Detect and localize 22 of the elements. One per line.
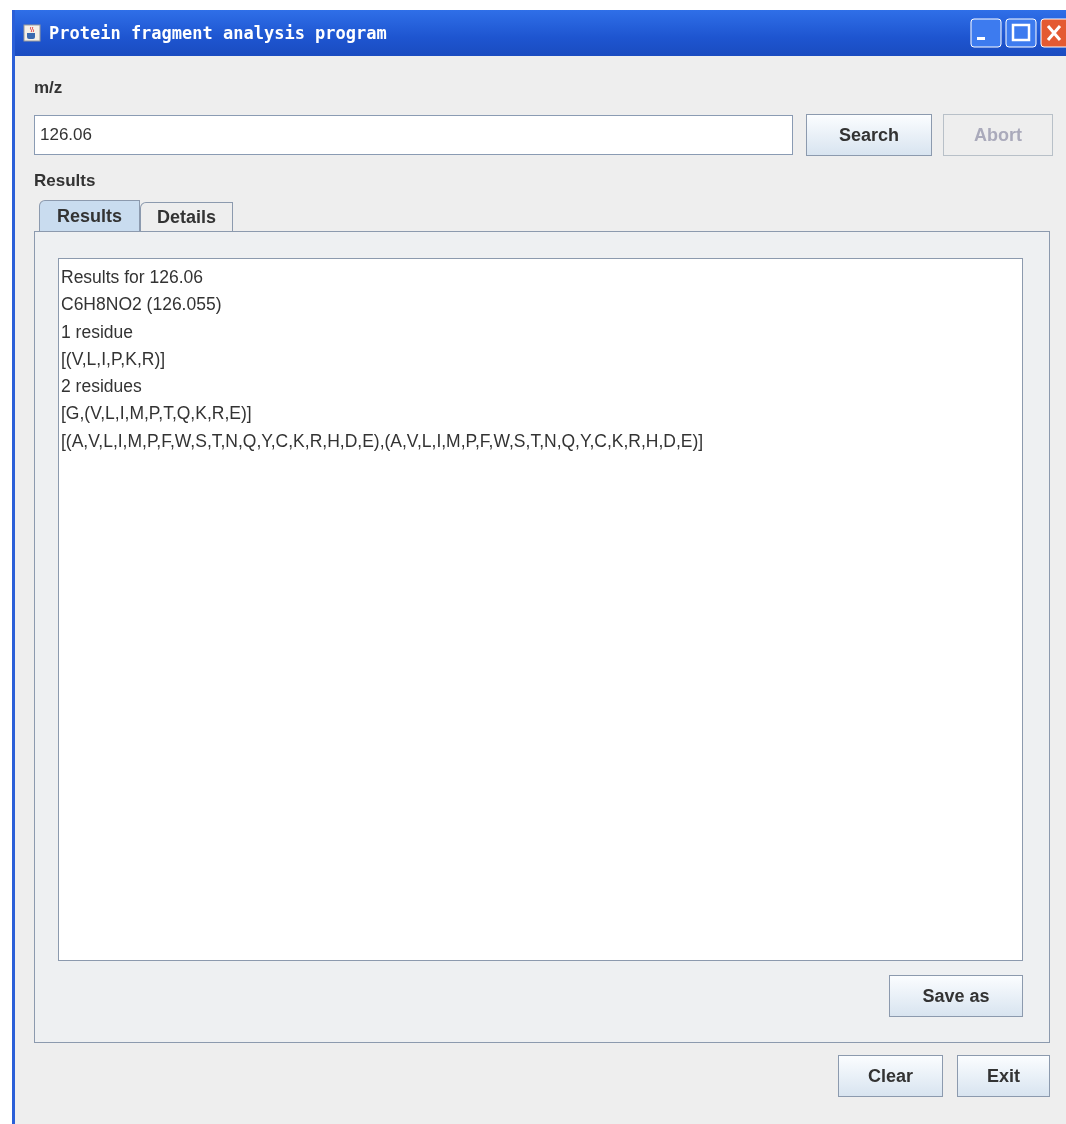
close-icon[interactable] — [1040, 18, 1066, 48]
search-button[interactable]: Search — [806, 114, 932, 156]
window-title: Protein fragment analysis program — [49, 23, 388, 43]
tab[interactable]: Results — [39, 200, 141, 231]
tab[interactable]: Details — [140, 202, 234, 231]
exit-button[interactable]: Exit — [957, 1055, 1050, 1097]
result-line: 1 residue — [61, 320, 134, 344]
save-as-button[interactable]: Save as — [889, 975, 1023, 1017]
results-text-area[interactable]: Results for 126.06 C6H8NO2 (126.055) 1 residue [(V,L,I,P,K,R)] 2 residues [G,(V,L,I,M,P,T,Q,K,R,E)] [(A,V,L,I,M,P,F,W,S,T,N,Q,Y,C,K,R,H,D,E),(A,V,L,I,M,P,F,W,S,T,N,Q,Y,C,K,R,H,D,E)] — [58, 258, 1023, 961]
results-label: Results — [34, 171, 97, 192]
result-line: [(V,L,I,P,K,R)] — [61, 347, 167, 371]
clear-button[interactable]: Clear — [838, 1055, 943, 1097]
result-line: [(A,V,L,I,M,P,F,W,S,T,N,Q,Y,C,K,R,H,D,E),(A,V,L,I,M,P,F,W,S,T,N,Q,Y,C,K,R,H,D,E)] — [61, 429, 705, 453]
mz-label: m/z — [34, 78, 64, 99]
maximize-icon[interactable] — [1005, 18, 1037, 48]
cup-icon — [23, 24, 41, 42]
minimize-icon[interactable] — [970, 18, 1002, 48]
result-line: C6H8NO2 (126.055) — [61, 293, 223, 317]
result-line: Results for 126.06 — [61, 266, 205, 289]
result-line: [G,(V,L,I,M,P,T,Q,K,R,E)] — [61, 402, 253, 426]
mz-input-field[interactable]: 126.06 — [34, 115, 793, 155]
result-line: 2 residues — [61, 375, 143, 399]
